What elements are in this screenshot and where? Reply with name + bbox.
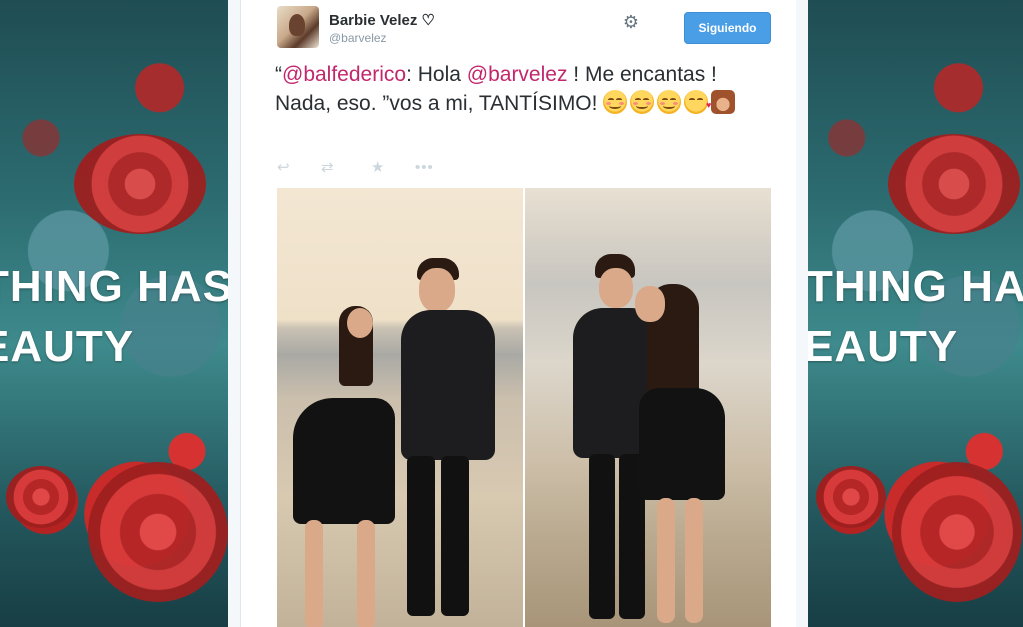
tweet-card: Barbie Velez ♡ @barvelez ⚙ Siguiendo “@b…	[240, 0, 808, 627]
emoji-row: ♥	[603, 90, 738, 115]
rose-graphic	[888, 134, 1020, 234]
tweet-header: Barbie Velez ♡ @barvelez ⚙ Siguiendo	[277, 6, 771, 52]
tweet-text: “@balfederico: Hola @barvelez ! Me encan…	[275, 60, 745, 118]
user-name[interactable]: Barbie Velez ♡	[329, 11, 435, 29]
rose-graphic	[816, 466, 886, 528]
divider-strip	[228, 0, 240, 627]
open-quote: “	[275, 63, 282, 86]
tweet-text-part: : Hola	[406, 63, 467, 86]
background-text-line1: THING HAS	[0, 262, 228, 311]
divider-strip	[796, 0, 808, 627]
mention-link[interactable]: @balfederico	[282, 63, 406, 86]
see-no-evil-monkey-icon	[711, 90, 736, 114]
rose-graphic	[88, 462, 228, 602]
tweet-photo-left[interactable]	[277, 188, 523, 627]
rose-graphic	[6, 466, 76, 528]
favorite-icon[interactable]: ★	[371, 158, 384, 178]
background-text-line2: EAUTY	[808, 322, 959, 371]
follow-button[interactable]: Siguiendo	[684, 12, 771, 44]
more-options-icon[interactable]: •••	[415, 158, 434, 178]
background-image-left: THING HAS EAUTY	[0, 0, 228, 627]
tweet-photo-right[interactable]	[525, 188, 771, 627]
reply-icon[interactable]: ↩	[277, 158, 290, 178]
mention-link[interactable]: @barvelez	[467, 63, 568, 86]
rose-graphic	[892, 462, 1022, 602]
rose-graphic	[74, 134, 206, 234]
kissing-face-icon: ♥	[684, 90, 711, 114]
smiling-face-icon	[630, 90, 655, 114]
gear-icon[interactable]: ⚙	[621, 12, 641, 32]
smiling-face-icon	[657, 90, 682, 114]
retweet-icon[interactable]: ⇄	[321, 158, 334, 178]
background-text-line1: THING HAS	[808, 262, 1023, 311]
user-handle[interactable]: @barvelez	[329, 31, 387, 45]
avatar[interactable]	[277, 6, 319, 48]
smiling-face-icon	[603, 90, 628, 114]
background-text-line2: EAUTY	[0, 322, 135, 371]
background-image-right: THING HAS EAUTY	[808, 0, 1023, 627]
